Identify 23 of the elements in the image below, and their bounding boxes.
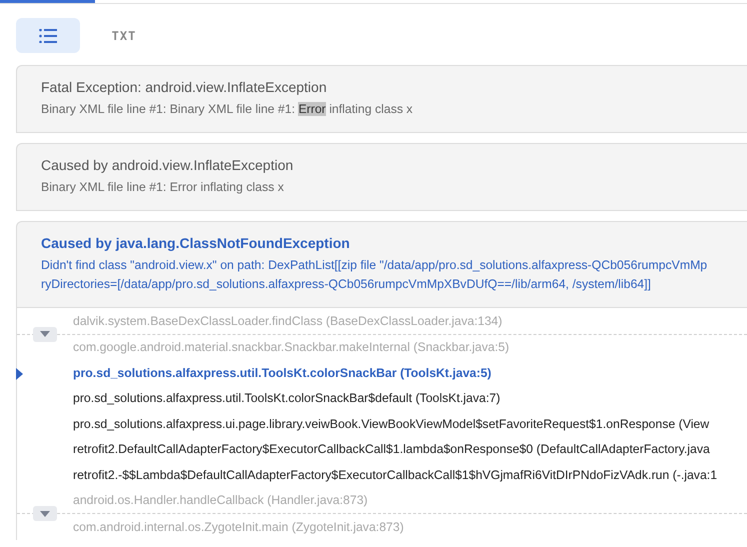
expand-button[interactable]	[33, 506, 57, 521]
exception-message: ryDirectories=[/data/app/pro.sd_solutions.alfaxpress-QCb056rumpcVmMpXBvDUfQ==/lib/arm64, /system/lib64]]	[41, 276, 652, 293]
stack-frame-text: dalvik.system.BaseDexClassLoader.findClass (BaseDexClassLoader.java:134)	[73, 314, 502, 328]
exception-title: Caused by java.lang.ClassNotFoundException	[41, 235, 351, 251]
exception-message: Binary XML file line #1: Error inflating class x	[41, 179, 285, 196]
stack-frame-text[interactable]: pro.sd_solutions.alfaxpress.util.ToolsKt.colorSnackBar (ToolsKt.java:5)	[73, 366, 492, 380]
exception-message: Binary XML file line #1: Binary XML file line #1: Error inflating class x	[41, 101, 414, 118]
caret-icon	[40, 331, 50, 337]
text-view-button[interactable]: TXT	[92, 18, 156, 53]
stack-frame-text[interactable]: pro.sd_solutions.alfaxpress.ui.page.library.veiwBook.ViewBookViewModel$setFavoriteRequest$1.onResponse (View	[73, 416, 710, 431]
stack-frame-text[interactable]: retrofit2.-$$Lambda$DefaultCallAdapterFactory$ExecutorCallbackCall$1$hVGjmafRi6VitDIrPNdoFizVAdk.run (-.java:1	[73, 468, 718, 482]
list-icon	[39, 28, 57, 42]
stack-frame-text: com.android.internal.os.ZygoteInit.main (ZygoteInit.java:873)	[73, 520, 404, 534]
stack-frame-text: android.os.Handler.handleCallback (Handler.java:873)	[73, 493, 368, 508]
stack-frame-text[interactable]: retrofit2.DefaultCallAdapterFactory$ExecutorCallbackCall$1.lambda$onResponse$0 (DefaultCallAdapterFactory.java	[73, 442, 710, 456]
exception-title: Fatal Exception: android.view.InflateException	[41, 79, 328, 95]
stack-frame-text: com.google.android.material.snackbar.Snackbar.makeInternal (Snackbar.java:5)	[73, 340, 510, 354]
exception-message: Didn't find class "android.view.x" on path: DexPathList[[zip file "/data/app/pro.sd_solutions.alfaxpress-QCb056rumpcVmMp	[41, 257, 708, 274]
expand-button[interactable]	[33, 326, 57, 342]
list-view-button[interactable]	[16, 18, 80, 53]
exception-title: Caused by android.view.InflateException	[41, 157, 294, 173]
stack-frame-text[interactable]: pro.sd_solutions.alfaxpress.util.ToolsKt.colorSnackBar$default (ToolsKt.java:7)	[73, 391, 500, 406]
caret-icon	[40, 510, 50, 516]
